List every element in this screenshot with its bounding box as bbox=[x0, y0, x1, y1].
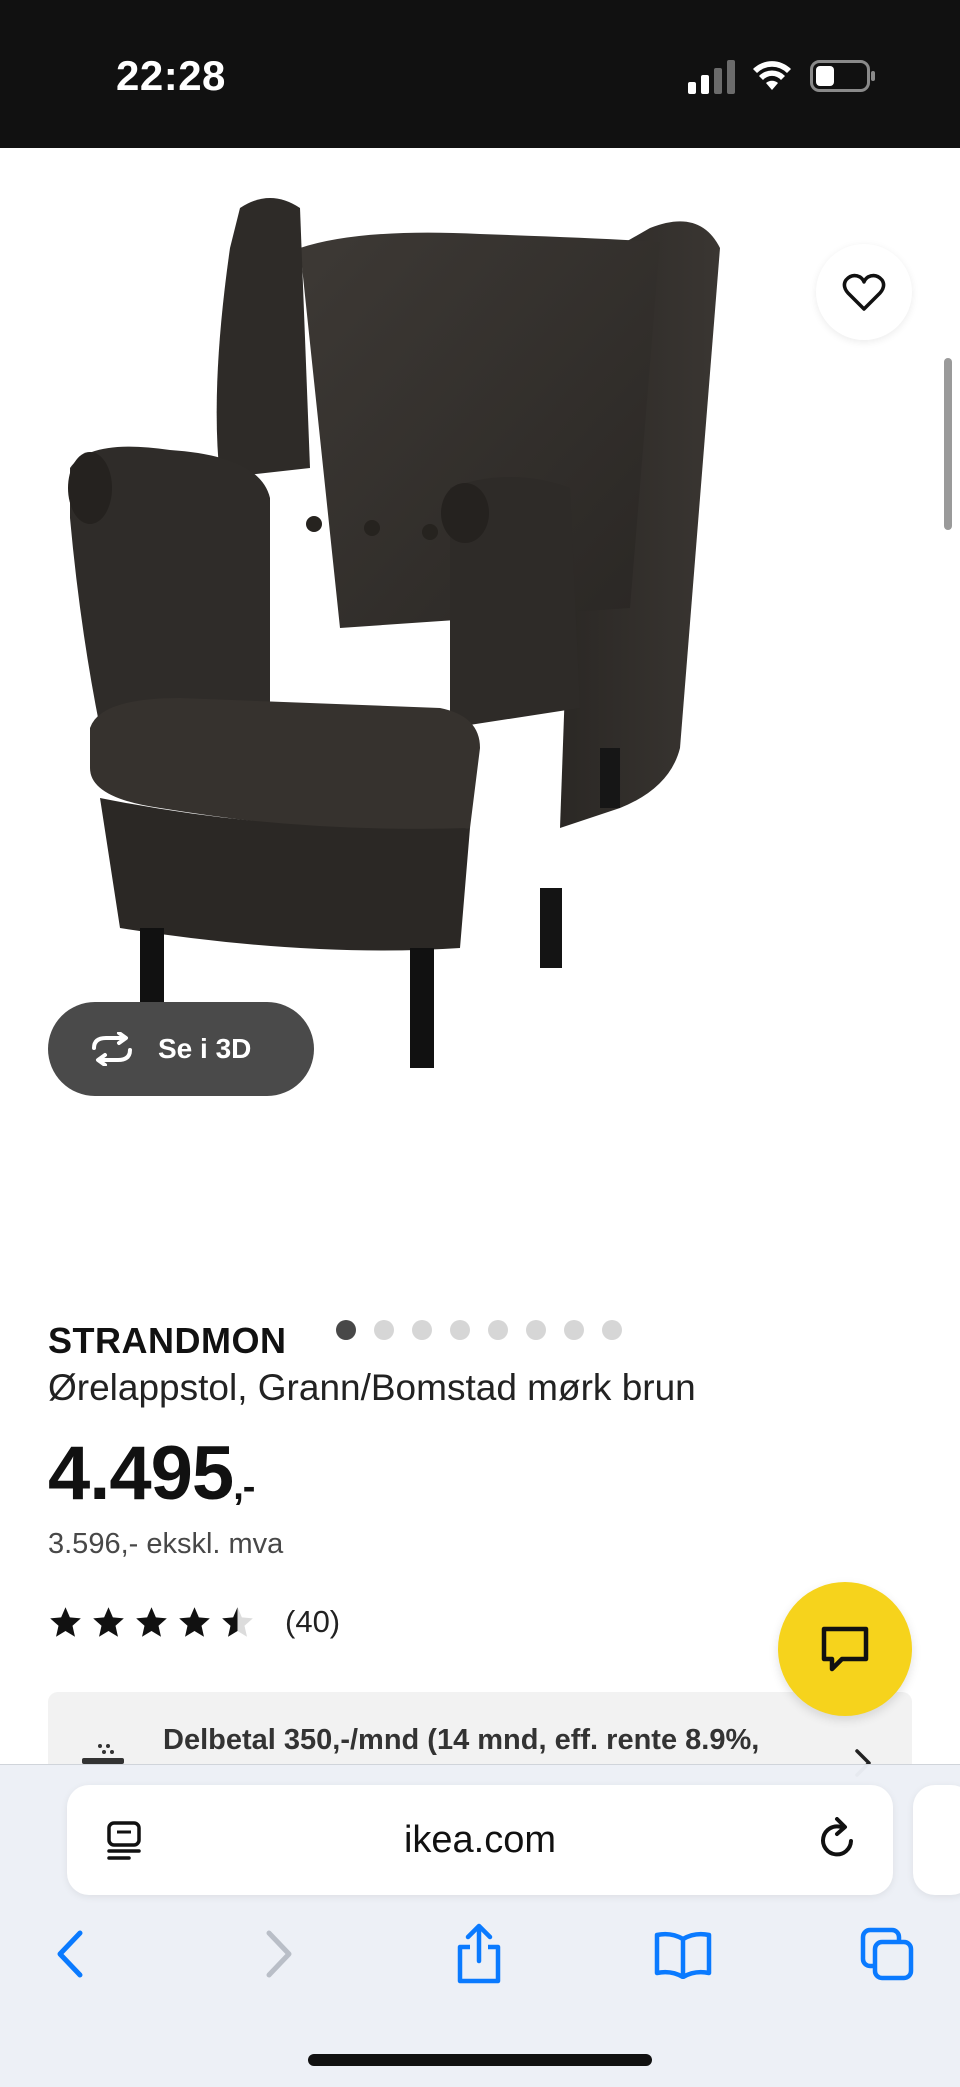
gallery-pagination bbox=[336, 1320, 622, 1340]
half-star-icon bbox=[222, 1606, 253, 1637]
share-button[interactable] bbox=[444, 1919, 514, 1989]
pagination-dot[interactable] bbox=[526, 1320, 546, 1340]
rotate-3d-icon bbox=[92, 1032, 132, 1066]
status-time: 22:28 bbox=[116, 52, 226, 99]
address-bar[interactable]: ikea.com bbox=[67, 1785, 893, 1895]
price-suffix: ,- bbox=[233, 1466, 255, 1508]
favorite-button[interactable] bbox=[816, 244, 912, 340]
product-rating[interactable]: (40) bbox=[48, 1604, 340, 1640]
price-ex-vat: 3.596,- ekskl. mva bbox=[48, 1528, 284, 1560]
forward-button[interactable] bbox=[243, 1919, 313, 1989]
chevron-right-icon bbox=[266, 1930, 292, 1978]
reload-icon[interactable] bbox=[817, 1817, 861, 1863]
book-icon bbox=[654, 1931, 712, 1979]
star-icon bbox=[179, 1606, 210, 1637]
wifi-icon bbox=[753, 61, 791, 90]
financing-text: Delbetal 350,-/mnd (14 mnd, eff. rente 8… bbox=[163, 1724, 760, 1756]
back-button[interactable] bbox=[36, 1919, 106, 1989]
bookmarks-button[interactable] bbox=[648, 1919, 718, 1989]
star-icon bbox=[93, 1606, 124, 1637]
tabs-button[interactable] bbox=[852, 1919, 922, 1989]
pagination-dot[interactable] bbox=[374, 1320, 394, 1340]
chevron-left-icon bbox=[57, 1930, 83, 1978]
pagination-dot[interactable] bbox=[450, 1320, 470, 1340]
next-tab-preview[interactable] bbox=[913, 1785, 960, 1895]
view-3d-button[interactable]: Se i 3D bbox=[48, 1002, 314, 1096]
chat-bubble-icon bbox=[821, 1626, 869, 1672]
pagination-dot[interactable] bbox=[336, 1320, 356, 1340]
status-bar: 22:28 bbox=[0, 0, 960, 148]
pagination-dot[interactable] bbox=[412, 1320, 432, 1340]
url-text: ikea.com bbox=[403, 1819, 557, 1861]
product-price: 4.495,- bbox=[48, 1430, 255, 1517]
heart-icon bbox=[842, 273, 886, 311]
page-scroll-indicator bbox=[944, 358, 952, 530]
share-icon bbox=[457, 1923, 501, 1984]
tabs-icon bbox=[860, 1927, 914, 1981]
pagination-dot[interactable] bbox=[602, 1320, 622, 1340]
battery-icon bbox=[810, 60, 875, 92]
star-icon bbox=[50, 1606, 81, 1637]
pagination-dot[interactable] bbox=[488, 1320, 508, 1340]
rating-count: (40) bbox=[285, 1604, 341, 1639]
view-3d-label: Se i 3D bbox=[158, 1033, 252, 1064]
cellular-signal-icon bbox=[688, 60, 735, 94]
price-amount: 4.495 bbox=[48, 1431, 234, 1516]
home-indicator bbox=[308, 2054, 652, 2066]
chat-button[interactable] bbox=[778, 1582, 912, 1716]
browser-nav-row bbox=[0, 1919, 960, 1999]
pagination-dot[interactable] bbox=[564, 1320, 584, 1340]
product-description: Ørelappstol, Grann/Bomstad mørk brun bbox=[48, 1367, 696, 1408]
product-name: STRANDMON bbox=[48, 1320, 287, 1361]
star-icon bbox=[136, 1606, 167, 1637]
browser-toolbar: ikea.com bbox=[0, 1764, 960, 2087]
